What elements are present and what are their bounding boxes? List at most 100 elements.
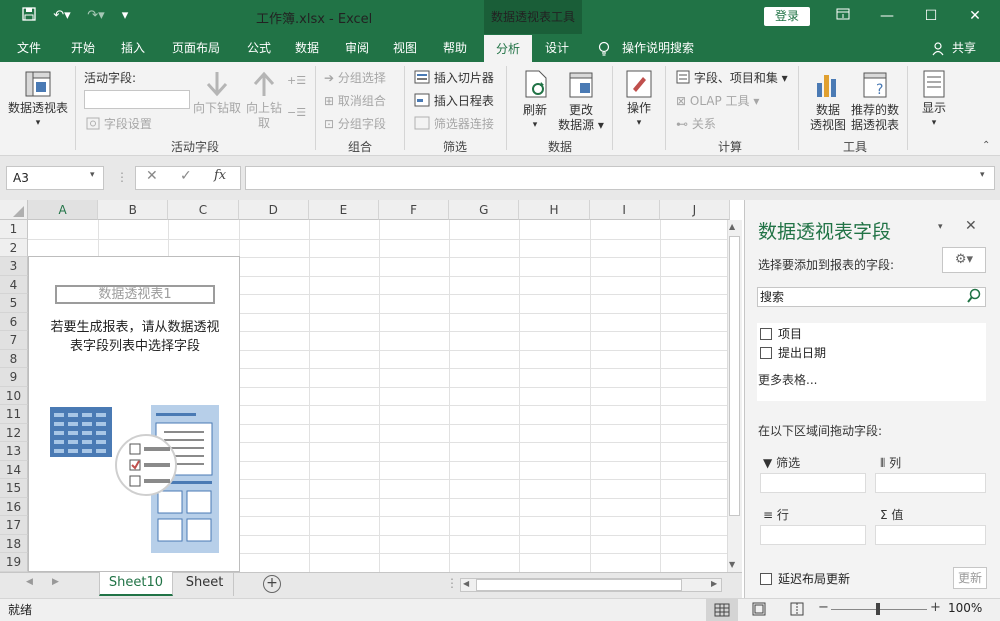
field-search-input[interactable]: 搜索 <box>757 287 986 307</box>
page-break-view-icon[interactable] <box>788 601 806 620</box>
pivot-chart-button[interactable]: 数据 透视图 <box>808 103 848 133</box>
row-header[interactable]: 9 <box>0 368 28 387</box>
defer-update-checkbox[interactable] <box>760 573 772 585</box>
column-header[interactable]: C <box>168 200 239 220</box>
formula-input[interactable] <box>245 166 995 190</box>
fields-items-sets-button[interactable]: 字段、项目和集 ▾ <box>676 69 788 87</box>
field-settings-button[interactable]: 字段设置 <box>86 115 152 133</box>
tab-file[interactable]: 文件 <box>8 34 50 62</box>
row-header[interactable]: 12 <box>0 423 28 442</box>
zoom-slider-thumb[interactable] <box>876 603 880 615</box>
collapse-ribbon-icon[interactable]: ⌃ <box>982 140 990 151</box>
actions-dropdown-icon[interactable]: ▾ <box>631 116 647 131</box>
insert-function-icon[interactable]: fx <box>214 168 226 183</box>
recommended-pivot-button[interactable]: 推荐的数 据透视表 <box>848 103 902 133</box>
row-header[interactable]: 17 <box>0 516 28 535</box>
pivot-table-dropdown-icon[interactable]: ▾ <box>30 116 46 131</box>
row-header[interactable]: 10 <box>0 386 28 405</box>
sheet-tab-sheet10[interactable]: Sheet10 <box>99 572 173 596</box>
search-icon[interactable] <box>966 288 982 307</box>
row-header[interactable]: 3 <box>0 257 28 276</box>
vertical-scroll-thumb[interactable] <box>729 236 740 516</box>
row-header[interactable]: 16 <box>0 497 28 516</box>
name-box-dropdown-icon[interactable]: ▾ <box>90 170 95 180</box>
pane-close-icon[interactable]: ✕ <box>965 218 977 234</box>
add-sheet-icon[interactable]: + <box>263 575 281 593</box>
row-header[interactable]: 8 <box>0 349 28 368</box>
tab-home[interactable]: 开始 <box>62 34 104 62</box>
tab-data[interactable]: 数据 <box>286 34 328 62</box>
scroll-down-icon[interactable]: ▼ <box>729 560 735 569</box>
sheet-prev-icon[interactable]: ◀ <box>26 577 33 587</box>
ribbon-display-options-icon[interactable] <box>826 4 860 28</box>
scroll-left-icon[interactable]: ◀ <box>463 579 469 588</box>
filters-drop-area[interactable] <box>760 473 866 493</box>
field-item-project[interactable]: 项目 <box>760 325 802 342</box>
refresh-button[interactable]: 刷新 <box>518 103 552 118</box>
column-header[interactable]: E <box>308 200 379 220</box>
sheet-tab-sheet[interactable]: Sheet <box>176 572 234 596</box>
column-header[interactable]: I <box>589 200 660 220</box>
expand-formula-icon[interactable]: ▾ <box>980 170 985 180</box>
show-dropdown-icon[interactable]: ▾ <box>926 116 942 131</box>
zoom-level[interactable]: 100% <box>948 601 982 615</box>
active-field-input[interactable] <box>84 90 190 109</box>
row-header[interactable]: 13 <box>0 442 28 461</box>
change-source-button[interactable]: 更改 数据源 ▾ <box>556 103 606 133</box>
more-tables-link[interactable]: 更多表格... <box>758 371 817 388</box>
sheet-next-icon[interactable]: ▶ <box>52 577 59 587</box>
horizontal-scroll-thumb[interactable] <box>476 579 682 591</box>
row-header[interactable]: 6 <box>0 312 28 331</box>
close-icon[interactable]: ✕ <box>958 4 992 28</box>
row-header[interactable]: 5 <box>0 294 28 313</box>
row-header[interactable]: 2 <box>0 238 28 257</box>
expand-field-icon[interactable]: +☰ <box>287 74 306 87</box>
maximize-icon[interactable]: ☐ <box>914 4 948 28</box>
scroll-up-icon[interactable]: ▲ <box>729 222 735 231</box>
save-icon[interactable] <box>20 7 38 25</box>
refresh-dropdown-icon[interactable]: ▾ <box>527 118 543 133</box>
field-item-date[interactable]: 提出日期 <box>760 344 826 361</box>
tab-help[interactable]: 帮助 <box>434 34 476 62</box>
customize-qat-icon[interactable]: ▾ <box>116 7 134 25</box>
field-checkbox[interactable] <box>760 328 772 340</box>
tab-view[interactable]: 视图 <box>384 34 426 62</box>
tab-analyze[interactable]: 分析 <box>484 34 532 62</box>
row-header[interactable]: 14 <box>0 460 28 479</box>
tab-review[interactable]: 审阅 <box>336 34 378 62</box>
column-header[interactable]: F <box>379 200 450 220</box>
row-header[interactable]: 4 <box>0 275 28 294</box>
cancel-entry-icon[interactable]: ✕ <box>146 168 158 184</box>
column-header[interactable]: J <box>659 200 730 220</box>
page-layout-view-icon[interactable] <box>750 601 768 620</box>
redo-icon[interactable]: ↷▾ <box>84 7 108 25</box>
row-header[interactable]: 19 <box>0 553 28 572</box>
tell-me-search[interactable]: 操作说明搜索 <box>618 34 698 62</box>
row-header[interactable]: 18 <box>0 534 28 553</box>
pane-settings-gear-icon[interactable]: ⚙▾ <box>942 247 986 273</box>
insert-timeline-button[interactable]: 插入日程表 <box>414 92 494 110</box>
ungroup-button[interactable]: ⊞ 取消组合 <box>324 92 386 109</box>
minimize-icon[interactable]: — <box>870 4 904 28</box>
row-header[interactable]: 7 <box>0 331 28 350</box>
confirm-entry-icon[interactable]: ✓ <box>180 168 192 184</box>
field-checkbox[interactable] <box>760 347 772 359</box>
drill-up-button[interactable]: 向上钻 取 <box>244 101 284 131</box>
normal-view-icon[interactable] <box>706 599 738 621</box>
show-button[interactable]: 显示 <box>914 101 954 116</box>
share-button[interactable]: 共享 <box>948 34 980 62</box>
undo-icon[interactable]: ↶▾ <box>50 7 74 25</box>
scroll-right-icon[interactable]: ▶ <box>711 579 717 588</box>
tab-page-layout[interactable]: 页面布局 <box>166 34 226 62</box>
group-selection-button[interactable]: ➔ 分组选择 <box>324 69 386 86</box>
relationships-button[interactable]: ⊷ 关系 <box>676 115 716 132</box>
group-field-button[interactable]: ⊡ 分组字段 <box>324 115 386 132</box>
zoom-out-icon[interactable]: − <box>818 600 829 615</box>
values-drop-area[interactable] <box>875 525 986 545</box>
column-header[interactable]: A <box>28 200 99 220</box>
rows-drop-area[interactable] <box>760 525 866 545</box>
select-all-corner[interactable] <box>0 200 28 220</box>
pane-options-dropdown-icon[interactable]: ▾ <box>938 222 943 232</box>
login-button[interactable]: 登录 <box>764 7 810 26</box>
drill-down-button[interactable]: 向下钻取 <box>192 101 242 116</box>
